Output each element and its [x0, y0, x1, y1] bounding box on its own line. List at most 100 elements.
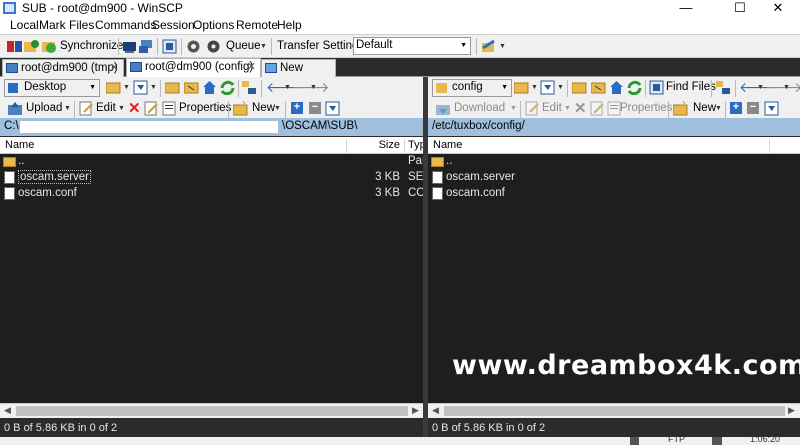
- menu-help[interactable]: Help: [277, 18, 302, 32]
- new-folder-icon[interactable]: [673, 101, 688, 116]
- filter-icon[interactable]: [540, 80, 555, 95]
- parent-directory-icon[interactable]: [165, 80, 180, 95]
- refresh-icon[interactable]: [220, 80, 235, 95]
- local-file-list[interactable]: .. Pare oscam.server 3 KB SER oscam.conf…: [0, 154, 432, 403]
- edit-pencil-icon[interactable]: [79, 101, 94, 116]
- transfer-settings-select[interactable]: Default ▼: [353, 37, 471, 55]
- home-icon[interactable]: [609, 80, 624, 95]
- local-horizontal-scrollbar[interactable]: ◀ ▶: [0, 403, 423, 418]
- column-name[interactable]: Name: [2, 139, 34, 154]
- remote-dir-select[interactable]: config ▼: [432, 79, 512, 97]
- local-path-bar[interactable]: C:\ \OSCAM\SUB\: [0, 118, 423, 136]
- find-files-icon[interactable]: [649, 80, 664, 95]
- scroll-right-icon[interactable]: ▶: [412, 405, 419, 416]
- close-icon[interactable]: ✕: [247, 59, 256, 75]
- unselect-files-minus-icon[interactable]: −: [309, 102, 321, 114]
- forward-dropdown-icon[interactable]: ▼: [783, 84, 790, 91]
- close-button[interactable]: ✕: [756, 0, 800, 16]
- list-item-parent-dir[interactable]: ..: [428, 154, 800, 170]
- new-dropdown-icon[interactable]: ▼: [715, 105, 722, 112]
- tab-root-dm900-tmp[interactable]: root@dm900 (tmp) ✕: [2, 59, 124, 77]
- list-item-oscam-conf[interactable]: oscam.conf: [428, 186, 800, 202]
- upload-button[interactable]: Upload: [26, 102, 62, 114]
- new-folder-icon[interactable]: [233, 101, 248, 116]
- open-folder-dropdown-icon[interactable]: ▼: [123, 84, 130, 91]
- tree-icon[interactable]: [242, 80, 257, 95]
- scroll-left-icon[interactable]: ◀: [432, 405, 439, 416]
- menu-remote[interactable]: Remote: [236, 18, 278, 32]
- root-directory-icon[interactable]: [591, 80, 606, 95]
- properties-icon[interactable]: [162, 101, 177, 116]
- transfer-presets-dropdown-icon[interactable]: ▼: [499, 43, 506, 50]
- select-files-plus-icon[interactable]: +: [730, 102, 742, 114]
- edit-button[interactable]: Edit: [96, 102, 116, 114]
- upload-icon[interactable]: [8, 101, 23, 116]
- scroll-left-icon[interactable]: ◀: [4, 405, 11, 416]
- tab-root-dm900-config[interactable]: root@dm900 (config) ✕: [126, 58, 261, 77]
- menu-files[interactable]: Files: [69, 18, 94, 32]
- download-dropdown-icon[interactable]: ▼: [510, 105, 517, 112]
- menu-mark[interactable]: Mark: [39, 18, 66, 32]
- transfer-presets-icon[interactable]: [481, 39, 496, 54]
- scrollbar-thumb[interactable]: [444, 406, 785, 416]
- column-name[interactable]: Name: [430, 139, 462, 154]
- chevron-down-icon[interactable]: ▼: [460, 42, 467, 49]
- remote-horizontal-scrollbar[interactable]: ◀ ▶: [428, 403, 800, 418]
- properties-button[interactable]: Properties: [179, 102, 231, 114]
- filter-dropdown-icon[interactable]: ▼: [557, 84, 564, 91]
- local-drive-select[interactable]: Desktop ▼: [4, 79, 100, 97]
- preferences-gear-icon[interactable]: [186, 39, 201, 54]
- edit-dropdown-icon[interactable]: ▼: [564, 105, 571, 112]
- tab-new-session[interactable]: New Session: [261, 59, 336, 90]
- properties-button[interactable]: Properties: [620, 102, 672, 114]
- scrollbar-thumb[interactable]: [16, 406, 408, 416]
- compare-directories-icon[interactable]: [7, 39, 22, 54]
- tree-icon[interactable]: [716, 80, 731, 95]
- chevron-down-icon[interactable]: ▼: [501, 84, 508, 91]
- back-dropdown-icon[interactable]: ▼: [284, 84, 291, 91]
- edit-pencil-icon[interactable]: [525, 101, 540, 116]
- open-folder-icon[interactable]: [514, 80, 529, 95]
- console-icon[interactable]: [122, 39, 137, 54]
- remote-path-bar[interactable]: /etc/tuxbox/config/: [428, 118, 800, 136]
- list-item-oscam-conf[interactable]: oscam.conf 3 KB CO: [0, 186, 425, 202]
- minimize-button[interactable]: —: [664, 0, 708, 16]
- new-dropdown-icon[interactable]: ▼: [274, 105, 281, 112]
- menu-options[interactable]: Options: [193, 18, 234, 32]
- parent-directory-icon[interactable]: [572, 80, 587, 95]
- menu-commands[interactable]: Commands: [95, 18, 156, 32]
- find-files-button[interactable]: Find Files: [666, 81, 716, 93]
- keep-remote-up-to-date-icon[interactable]: [24, 39, 39, 54]
- edit-dropdown-icon[interactable]: ▼: [118, 105, 125, 112]
- new-button[interactable]: New: [252, 102, 275, 114]
- rename-icon[interactable]: [144, 101, 159, 116]
- filter-files-icon[interactable]: [764, 101, 779, 116]
- menu-session[interactable]: Session: [152, 18, 195, 32]
- queue-icon[interactable]: [206, 39, 221, 54]
- edit-button[interactable]: Edit: [542, 102, 562, 114]
- filter-files-icon[interactable]: [325, 101, 340, 116]
- find-files-icon[interactable]: [162, 39, 177, 54]
- column-size[interactable]: Size: [346, 139, 404, 154]
- root-directory-icon[interactable]: [184, 80, 199, 95]
- refresh-icon[interactable]: [627, 80, 642, 95]
- open-folder-dropdown-icon[interactable]: ▼: [531, 84, 538, 91]
- close-icon[interactable]: ✕: [110, 60, 119, 76]
- download-button[interactable]: Download: [454, 102, 505, 114]
- new-button[interactable]: New: [693, 102, 716, 114]
- list-item-oscam-server[interactable]: oscam.server 3 KB SER: [0, 170, 432, 186]
- filter-dropdown-icon[interactable]: ▼: [150, 84, 157, 91]
- list-item-oscam-server[interactable]: oscam.server: [428, 170, 800, 186]
- download-icon[interactable]: [436, 101, 451, 116]
- upload-dropdown-icon[interactable]: ▼: [64, 105, 71, 112]
- list-item-parent-dir[interactable]: .. Pare: [0, 154, 432, 170]
- menu-local[interactable]: Local: [10, 18, 39, 32]
- rename-icon[interactable]: [590, 101, 605, 116]
- open-folder-icon[interactable]: [106, 80, 121, 95]
- queue-dropdown-icon[interactable]: ▼: [260, 43, 267, 50]
- putty-icon[interactable]: [139, 39, 154, 54]
- forward-dropdown-icon[interactable]: ▼: [310, 84, 317, 91]
- back-dropdown-icon[interactable]: ▼: [757, 84, 764, 91]
- home-icon[interactable]: [202, 80, 217, 95]
- filter-icon[interactable]: [133, 80, 148, 95]
